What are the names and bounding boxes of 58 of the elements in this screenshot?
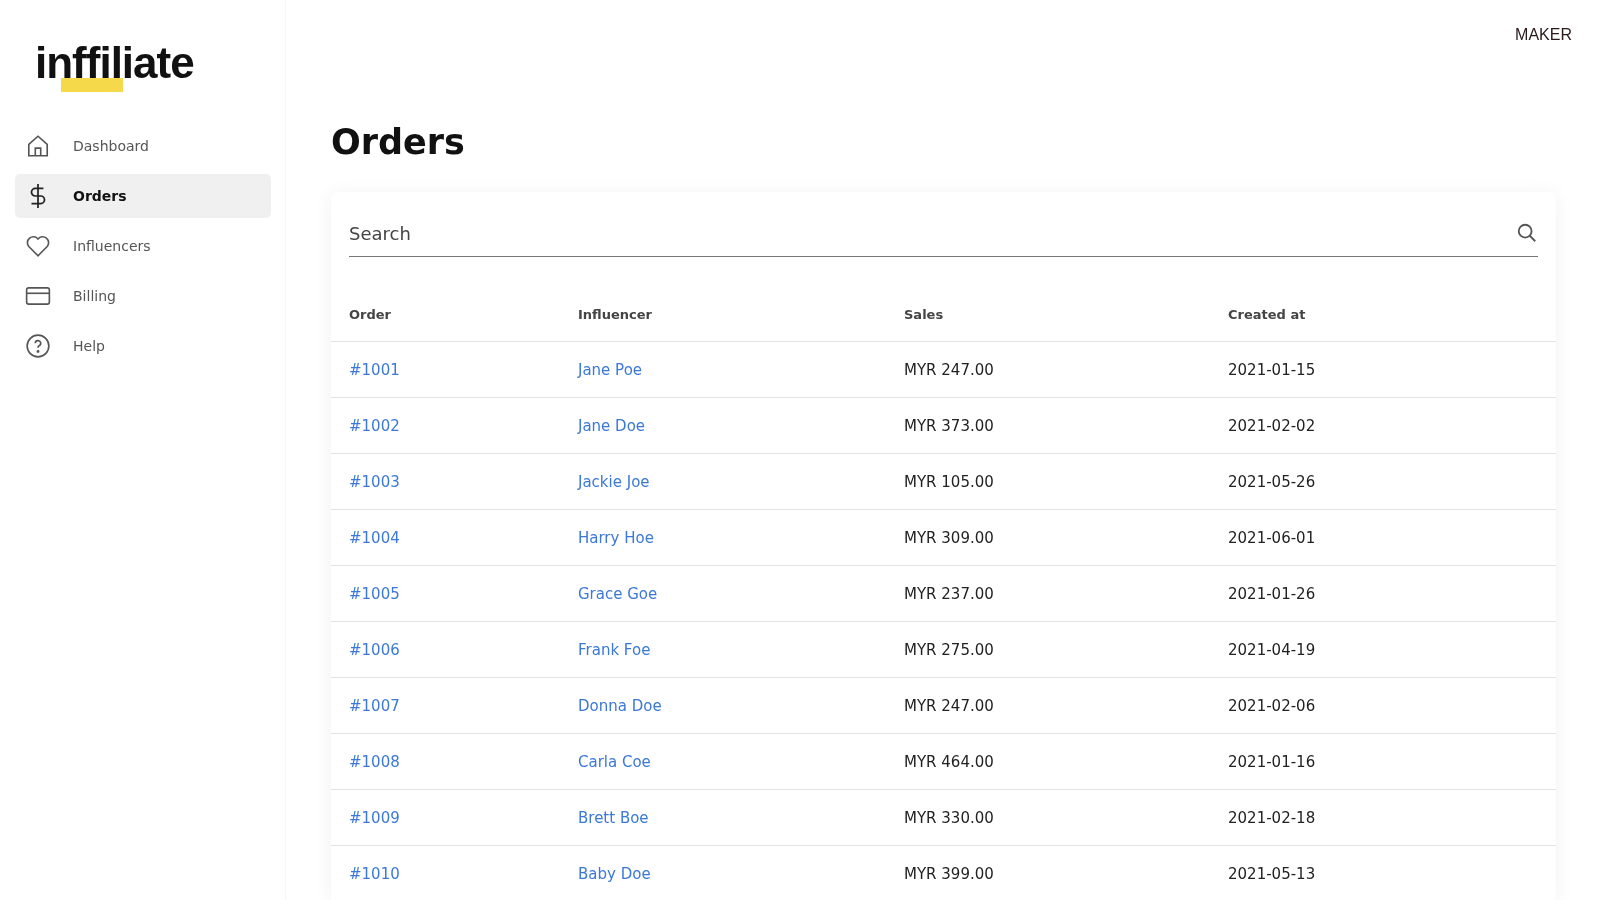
- influencer-link[interactable]: Donna Doe: [578, 696, 662, 715]
- order-link[interactable]: #1004: [349, 528, 400, 547]
- influencer-link[interactable]: Frank Foe: [578, 640, 651, 659]
- sidebar-item[interactable]: Help: [15, 324, 271, 368]
- influencer-link[interactable]: Jane Poe: [578, 360, 643, 379]
- order-link[interactable]: #1006: [349, 640, 400, 659]
- logo[interactable]: inffiliate: [35, 38, 194, 87]
- influencer-link[interactable]: Jane Doe: [578, 416, 646, 435]
- order-link[interactable]: #1001: [349, 360, 400, 379]
- influencer-link[interactable]: Grace Goe: [578, 584, 658, 603]
- sidebar-item[interactable]: Influencers: [15, 224, 271, 268]
- table-cell: 2021-02-06: [1228, 696, 1316, 715]
- table-cell: MYR 275.00: [904, 640, 994, 659]
- influencer-link[interactable]: Jackie Joe: [578, 472, 650, 491]
- table-cell: 2021-04-19: [1228, 640, 1316, 659]
- column-header: Created at: [1227, 287, 1556, 342]
- heart-icon: [25, 233, 51, 259]
- table-cell: 2021-02-02: [1228, 416, 1316, 435]
- table-cell: MYR 309.00: [904, 528, 994, 547]
- column-header: Influencer: [577, 287, 903, 342]
- user-name[interactable]: MAKER: [1515, 26, 1572, 44]
- influencer-link[interactable]: Carla Coe: [578, 752, 651, 771]
- table-cell: 2021-01-15: [1228, 360, 1316, 379]
- search-field[interactable]: Search: [349, 210, 1538, 257]
- table-cell: MYR 373.00: [904, 416, 994, 435]
- home-icon: [25, 133, 51, 159]
- influencer-link[interactable]: Harry Hoe: [578, 528, 654, 547]
- sidebar-item[interactable]: Billing: [15, 274, 271, 318]
- table-cell: 2021-05-26: [1228, 472, 1316, 491]
- search-icon[interactable]: [1516, 222, 1538, 244]
- order-link[interactable]: #1002: [349, 416, 400, 435]
- order-link[interactable]: #1009: [349, 808, 400, 827]
- influencer-link[interactable]: Baby Doe: [578, 864, 651, 883]
- table-cell: MYR 237.00: [904, 584, 994, 603]
- page-title: Orders: [331, 122, 466, 162]
- order-link[interactable]: #1007: [349, 696, 400, 715]
- column-header: Sales: [903, 287, 1227, 342]
- help-icon: [25, 333, 51, 359]
- table-cell: 2021-06-01: [1228, 528, 1316, 547]
- table-cell: MYR 399.00: [904, 864, 994, 883]
- logo-highlight: [61, 78, 123, 92]
- table-cell: MYR 247.00: [904, 360, 994, 379]
- table-cell: 2021-02-18: [1228, 808, 1316, 827]
- table-cell: 2021-01-16: [1228, 752, 1316, 771]
- order-link[interactable]: #1010: [349, 864, 400, 883]
- table-cell: 2021-01-26: [1228, 584, 1316, 603]
- table-cell: MYR 464.00: [904, 752, 994, 771]
- order-link[interactable]: #1003: [349, 472, 400, 491]
- table-cell: MYR 330.00: [904, 808, 994, 827]
- sidebar-item[interactable]: Dashboard: [15, 124, 271, 168]
- influencer-link[interactable]: Brett Boe: [578, 808, 649, 827]
- table-cell: 2021-05-13: [1228, 864, 1316, 883]
- table-cell: MYR 105.00: [904, 472, 994, 491]
- sidebar-item[interactable]: Orders: [15, 174, 271, 218]
- column-header: Order: [331, 287, 577, 342]
- table-cell: MYR 247.00: [904, 696, 994, 715]
- order-link[interactable]: #1005: [349, 584, 400, 603]
- order-link[interactable]: #1008: [349, 752, 400, 771]
